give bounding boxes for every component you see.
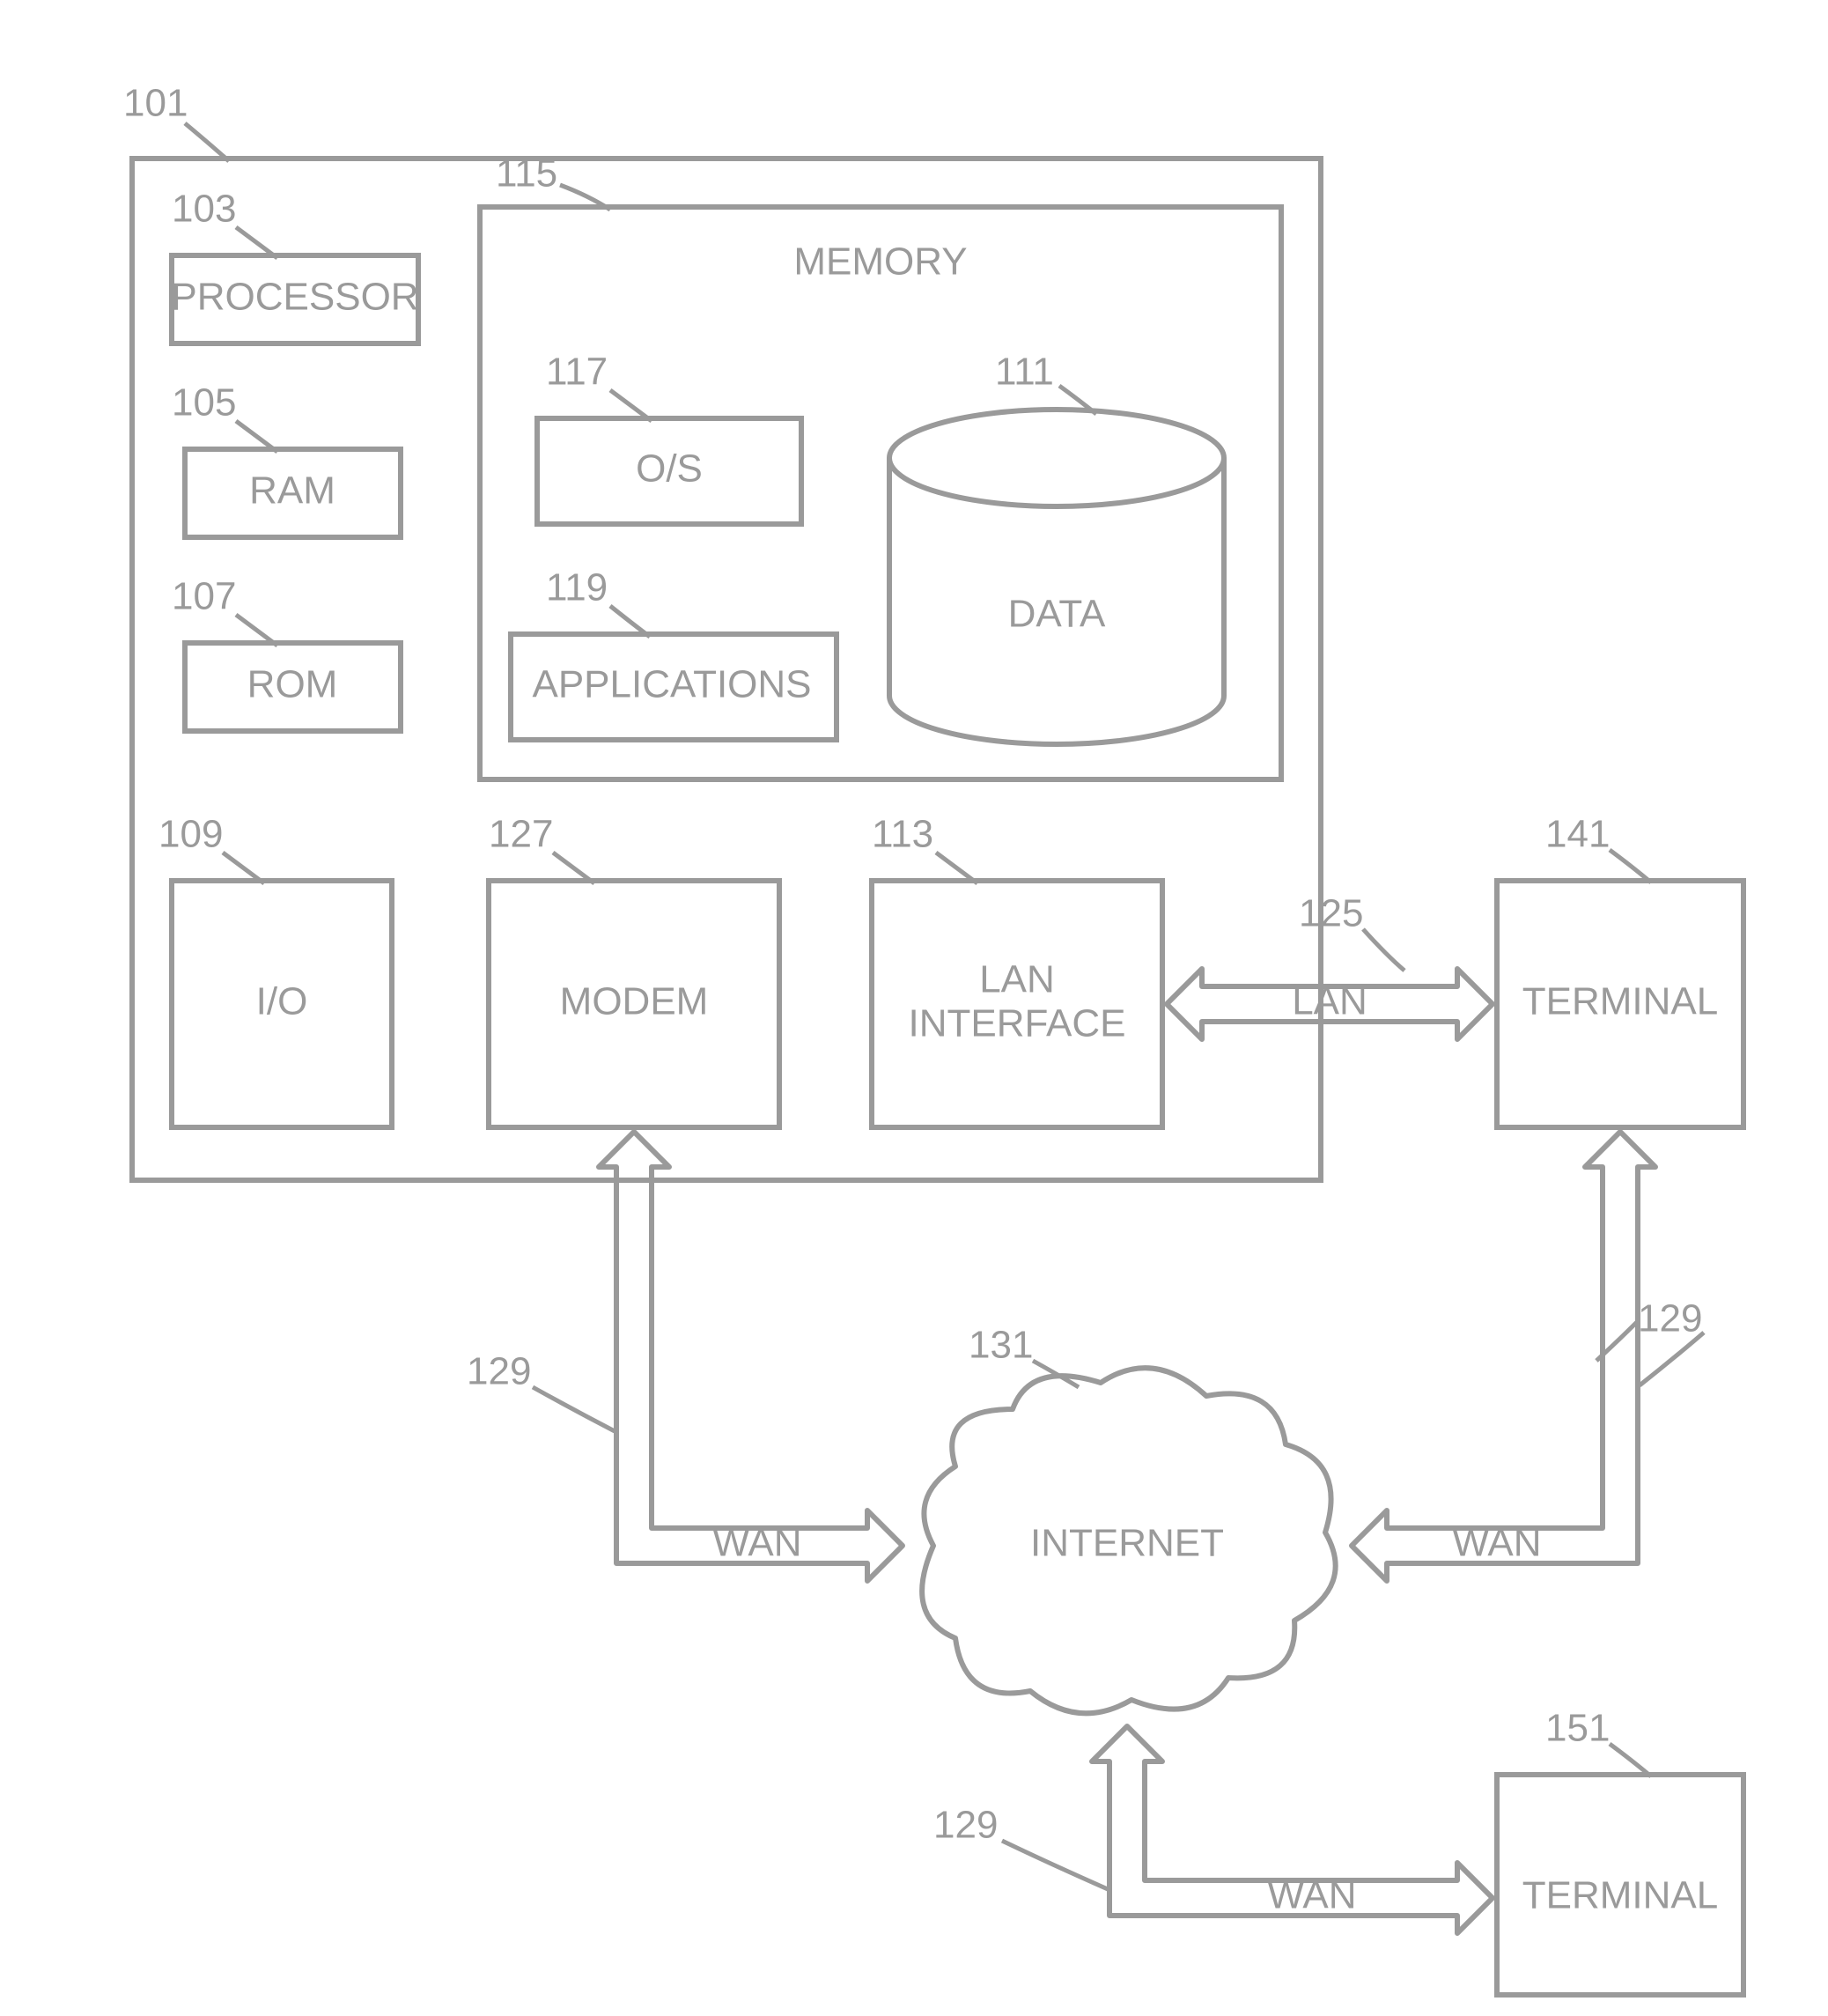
ref-lan-if: 113 bbox=[872, 813, 933, 856]
leader-main bbox=[185, 123, 229, 161]
terminal2-label: TERMINAL bbox=[1522, 1874, 1718, 1917]
ref-apps: 119 bbox=[546, 566, 608, 609]
ref-wan-left: 129 bbox=[467, 1350, 531, 1393]
ref-wan-right: 129 bbox=[1638, 1297, 1702, 1340]
system-diagram: 101 PROCESSOR 103 RAM 105 ROM 107 I/O 10… bbox=[0, 0, 1828, 2016]
ref-io: 109 bbox=[158, 813, 223, 856]
modem-label: MODEM bbox=[560, 980, 709, 1023]
leader-terminal2 bbox=[1610, 1744, 1651, 1776]
ref-processor: 103 bbox=[172, 188, 236, 231]
processor-label: PROCESSOR bbox=[171, 276, 418, 319]
ram-label: RAM bbox=[249, 469, 335, 513]
data-label: DATA bbox=[1008, 593, 1106, 636]
ref-main: 101 bbox=[123, 82, 188, 125]
io-label: I/O bbox=[256, 980, 308, 1023]
memory-label: MEMORY bbox=[793, 240, 967, 284]
ref-data: 111 bbox=[995, 351, 1054, 394]
ref-ram: 105 bbox=[172, 381, 236, 425]
wan-bottom-label: WAN bbox=[1267, 1874, 1356, 1917]
ref-modem: 127 bbox=[489, 813, 553, 856]
data-cylinder bbox=[889, 410, 1224, 744]
apps-label: APPLICATIONS bbox=[532, 663, 811, 706]
wan-left-label: WAN bbox=[712, 1522, 801, 1565]
ref-internet: 131 bbox=[969, 1324, 1033, 1367]
leader-wan-left bbox=[533, 1387, 615, 1431]
lan-label: LAN bbox=[1292, 980, 1367, 1023]
wan-right-label: WAN bbox=[1452, 1522, 1541, 1565]
ref-rom: 107 bbox=[172, 575, 236, 618]
ref-lan: 125 bbox=[1299, 892, 1363, 935]
leader-terminal1 bbox=[1610, 850, 1651, 882]
ref-terminal2: 151 bbox=[1545, 1707, 1610, 1750]
ref-memory: 115 bbox=[496, 152, 557, 196]
ref-wan-bottom: 129 bbox=[933, 1804, 998, 1847]
rom-label: ROM bbox=[247, 663, 338, 706]
terminal1-label: TERMINAL bbox=[1522, 980, 1718, 1023]
ref-os: 117 bbox=[546, 351, 608, 394]
wan-right-arrow bbox=[1352, 1132, 1655, 1581]
internet-label: INTERNET bbox=[1030, 1522, 1224, 1565]
leader-wan-right2 bbox=[1640, 1333, 1704, 1385]
wan-left-arrow bbox=[599, 1132, 903, 1581]
leader-wan-bottom bbox=[1002, 1841, 1108, 1889]
os-label: O/S bbox=[636, 447, 703, 491]
lan-if-label-2: INTERFACE bbox=[909, 1002, 1126, 1045]
lan-if-label-1: LAN bbox=[979, 958, 1055, 1001]
ref-terminal1: 141 bbox=[1545, 813, 1610, 856]
leader-lan bbox=[1363, 929, 1404, 971]
